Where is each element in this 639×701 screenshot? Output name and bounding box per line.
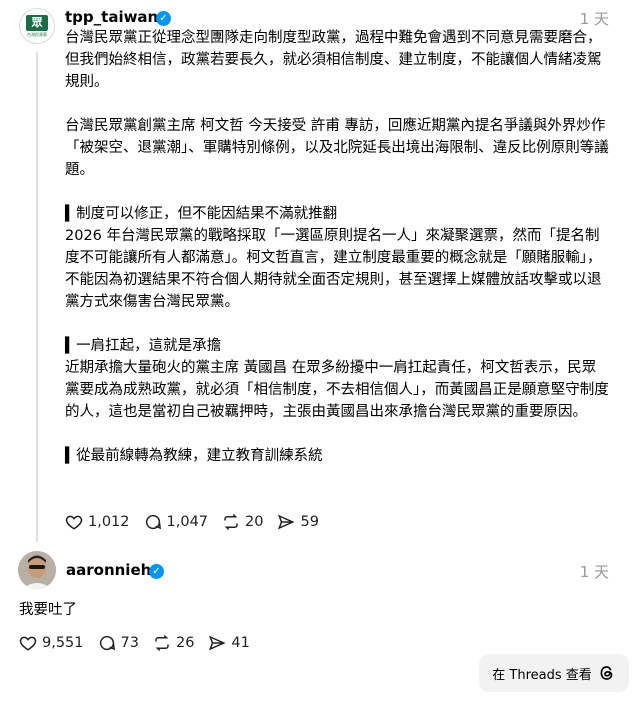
repost-count: 20 bbox=[245, 514, 264, 530]
reply-time[interactable]: 1 天 bbox=[580, 561, 609, 582]
post-actions: 1,012 1,047 20 59 bbox=[65, 513, 333, 531]
repost-icon bbox=[224, 513, 238, 531]
post-username[interactable]: tpp_taiwan bbox=[65, 8, 158, 26]
comment-count: 1,047 bbox=[166, 514, 209, 530]
post-body: 台灣民眾黨正從理念型團隊走向制度型政黨，過程中難免會遇到不同意見需要磨合，但我們… bbox=[65, 27, 610, 467]
avatar-logo: 眾 bbox=[26, 14, 48, 31]
heart-icon bbox=[19, 636, 37, 651]
post-time[interactable]: 1 天 bbox=[580, 8, 609, 29]
share-icon bbox=[278, 514, 296, 530]
share-count: 41 bbox=[231, 635, 250, 651]
view-on-threads-label: 在 Threads 查看 bbox=[492, 667, 592, 683]
repost-icon bbox=[155, 634, 169, 652]
post-section-heading: ▍從最前線轉為教練，建立教育訓練系統 bbox=[65, 448, 323, 464]
repost-button[interactable]: 20 bbox=[222, 513, 263, 531]
reply-username[interactable]: aaronnieh bbox=[66, 561, 151, 579]
avatar-caption: 台灣民眾黨 bbox=[27, 31, 47, 37]
post-section-heading: ▍制度可以修正，但不能因結果不滿就推翻 bbox=[65, 206, 338, 222]
view-on-threads-button[interactable]: 在 Threads 查看 bbox=[479, 654, 629, 692]
post-paragraph: 台灣民眾黨創黨主席 柯文哲 今天接受 許甫 專訪，回應近期黨內提名爭議與外界炒作… bbox=[65, 118, 609, 178]
comment-icon bbox=[145, 514, 161, 530]
threads-logo-icon bbox=[600, 666, 613, 680]
heart-icon bbox=[65, 515, 83, 530]
post-paragraph: 台灣民眾黨正從理念型團隊走向制度型政黨，過程中難免會遇到不同意見需要磨合，但我們… bbox=[65, 30, 602, 90]
post-section-heading: ▍一肩扛起，這就是承擔 bbox=[65, 338, 222, 354]
verified-icon: ✓ bbox=[149, 564, 164, 579]
avatar-tpp[interactable]: 眾 台灣民眾黨 bbox=[19, 8, 55, 44]
verified-icon: ✓ bbox=[156, 11, 171, 26]
share-button[interactable]: 41 bbox=[208, 634, 250, 652]
like-count: 9,551 bbox=[42, 635, 84, 651]
avatar-photo bbox=[18, 551, 56, 589]
reply-body: 我要吐了 bbox=[19, 602, 77, 618]
reply-actions: 9,551 73 26 41 bbox=[19, 634, 264, 652]
comment-button[interactable]: 1,047 bbox=[144, 513, 209, 531]
avatar-aaronnieh[interactable] bbox=[18, 551, 56, 589]
share-button[interactable]: 59 bbox=[277, 513, 319, 531]
comment-button[interactable]: 73 bbox=[98, 634, 139, 652]
post-paragraph: 2026 年台灣民眾黨的戰略採取「一選區原則提名一人」來凝聚選票，然而「提名制度… bbox=[65, 228, 602, 310]
comment-icon bbox=[99, 635, 115, 651]
like-button[interactable]: 9,551 bbox=[19, 634, 84, 652]
comment-count: 73 bbox=[120, 635, 139, 651]
post-paragraph: 近期承擔大量砲火的黨主席 黃國昌 在眾多紛擾中一肩扛起責任，柯文哲表示，民眾黨要… bbox=[65, 360, 609, 420]
like-button[interactable]: 1,012 bbox=[65, 513, 130, 531]
repost-button[interactable]: 26 bbox=[153, 634, 194, 652]
repost-count: 26 bbox=[175, 635, 195, 651]
like-count: 1,012 bbox=[88, 514, 130, 530]
thread-connector-line bbox=[36, 52, 38, 542]
share-icon bbox=[209, 635, 227, 651]
share-count: 59 bbox=[300, 514, 319, 530]
